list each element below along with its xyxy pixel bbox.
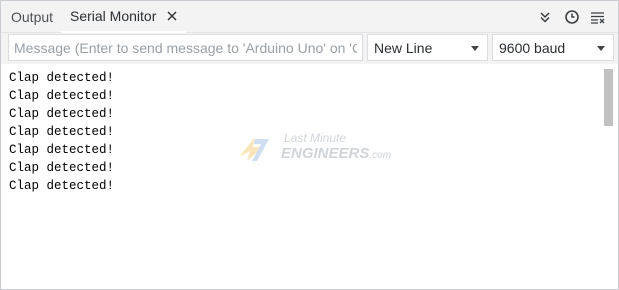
output-lines: Clap detected! Clap detected! Clap detec… [9, 69, 114, 195]
tab-serial-monitor[interactable]: Serial Monitor [61, 1, 187, 33]
watermark: Last Minute ENGINEERS.com [233, 131, 403, 167]
output-line: Clap detected! [9, 125, 115, 139]
chevron-double-down-icon[interactable] [537, 9, 553, 25]
baud-rate-value: 9600 baud [499, 39, 566, 56]
baud-rate-select[interactable]: 9600 baud [492, 34, 614, 61]
close-icon[interactable] [166, 10, 178, 22]
watermark-line2: ENGINEERS.com [281, 145, 392, 162]
line-ending-value: New Line [374, 39, 433, 56]
watermark-line1: Last Minute [284, 131, 347, 145]
tab-output-label: Output [11, 8, 54, 25]
line-ending-select[interactable]: New Line [367, 34, 488, 61]
tab-output[interactable]: Output [11, 1, 53, 32]
output-line: Clap detected! [9, 179, 115, 193]
input-row: New Line 9600 baud [1, 33, 618, 64]
serial-output-area[interactable]: Clap detected! Clap detected! Clap detec… [1, 65, 618, 289]
output-line: Clap detected! [9, 143, 115, 157]
output-line: Clap detected! [9, 89, 115, 103]
output-line: Clap detected! [9, 107, 115, 121]
output-line: Clap detected! [9, 161, 115, 175]
dropdown-caret-icon [597, 46, 605, 51]
message-input[interactable] [8, 34, 363, 61]
output-line: Clap detected! [9, 71, 115, 85]
watermark-logo-icon [239, 137, 269, 161]
dropdown-caret-icon [471, 46, 479, 51]
vertical-scrollbar[interactable] [604, 69, 613, 126]
tab-serial-monitor-label: Serial Monitor [70, 8, 157, 24]
tab-bar: Output Serial Monitor [1, 1, 618, 33]
clear-lines-icon[interactable] [590, 9, 606, 25]
serial-monitor-panel: Output Serial Monitor New Line 9600 baud [0, 0, 619, 290]
clock-icon[interactable] [564, 9, 580, 25]
